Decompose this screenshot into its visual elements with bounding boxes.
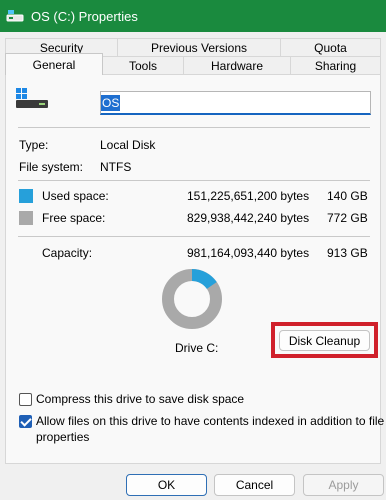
used-space-bytes: 151,225,651,200 bytes — [187, 189, 310, 203]
tab-previous-versions[interactable]: Previous Versions — [117, 38, 281, 57]
title-bar: OS (C:) Properties — [0, 0, 386, 32]
file-system-label: File system: — [19, 160, 84, 174]
tab-hardware[interactable]: Hardware — [183, 56, 291, 75]
tab-tools[interactable]: Tools — [102, 56, 184, 75]
allow-indexing-label-line2: properties — [36, 430, 90, 444]
divider — [18, 236, 370, 237]
capacity-size: 913 GB — [327, 246, 368, 260]
drive-name-selected-text: OS — [101, 95, 121, 111]
tab-sharing[interactable]: Sharing — [290, 56, 381, 75]
compress-drive-checkbox[interactable] — [19, 393, 32, 406]
allow-indexing-checkbox[interactable] — [19, 415, 32, 428]
free-space-size: 772 GB — [327, 211, 368, 225]
divider — [18, 180, 370, 181]
windows-drive-icon — [14, 86, 50, 110]
file-system-value: NTFS — [100, 160, 132, 174]
ok-button[interactable]: OK — [126, 474, 207, 496]
free-space-label: Free space: — [42, 211, 106, 225]
used-space-size: 140 GB — [327, 189, 368, 203]
capacity-label: Capacity: — [42, 246, 93, 260]
divider — [18, 127, 370, 128]
compress-drive-label: Compress this drive to save disk space — [36, 392, 245, 406]
capacity-bytes: 981,164,093,440 bytes — [187, 246, 310, 260]
type-value: Local Disk — [100, 138, 156, 152]
drive-label: Drive C: — [175, 341, 219, 355]
window-title: OS (C:) Properties — [31, 8, 138, 24]
used-space-label: Used space: — [42, 189, 109, 203]
disk-cleanup-button[interactable]: Disk Cleanup — [279, 330, 370, 351]
allow-indexing-label-line1: Allow files on this drive to have conten… — [36, 414, 385, 428]
tab-row-lower: General Tools Hardware Sharing — [0, 53, 386, 75]
tab-general[interactable]: General — [5, 53, 103, 75]
free-space-swatch — [19, 211, 33, 225]
drive-name-field[interactable]: OS — [100, 91, 371, 115]
tab-quota[interactable]: Quota — [280, 38, 381, 57]
disk-usage-donut-chart — [162, 269, 222, 329]
apply-button[interactable]: Apply — [303, 474, 384, 496]
cancel-button[interactable]: Cancel — [214, 474, 295, 496]
used-space-swatch — [19, 189, 33, 203]
free-space-bytes: 829,938,442,240 bytes — [187, 211, 310, 225]
drive-icon — [6, 7, 24, 25]
type-label: Type: — [19, 138, 49, 152]
